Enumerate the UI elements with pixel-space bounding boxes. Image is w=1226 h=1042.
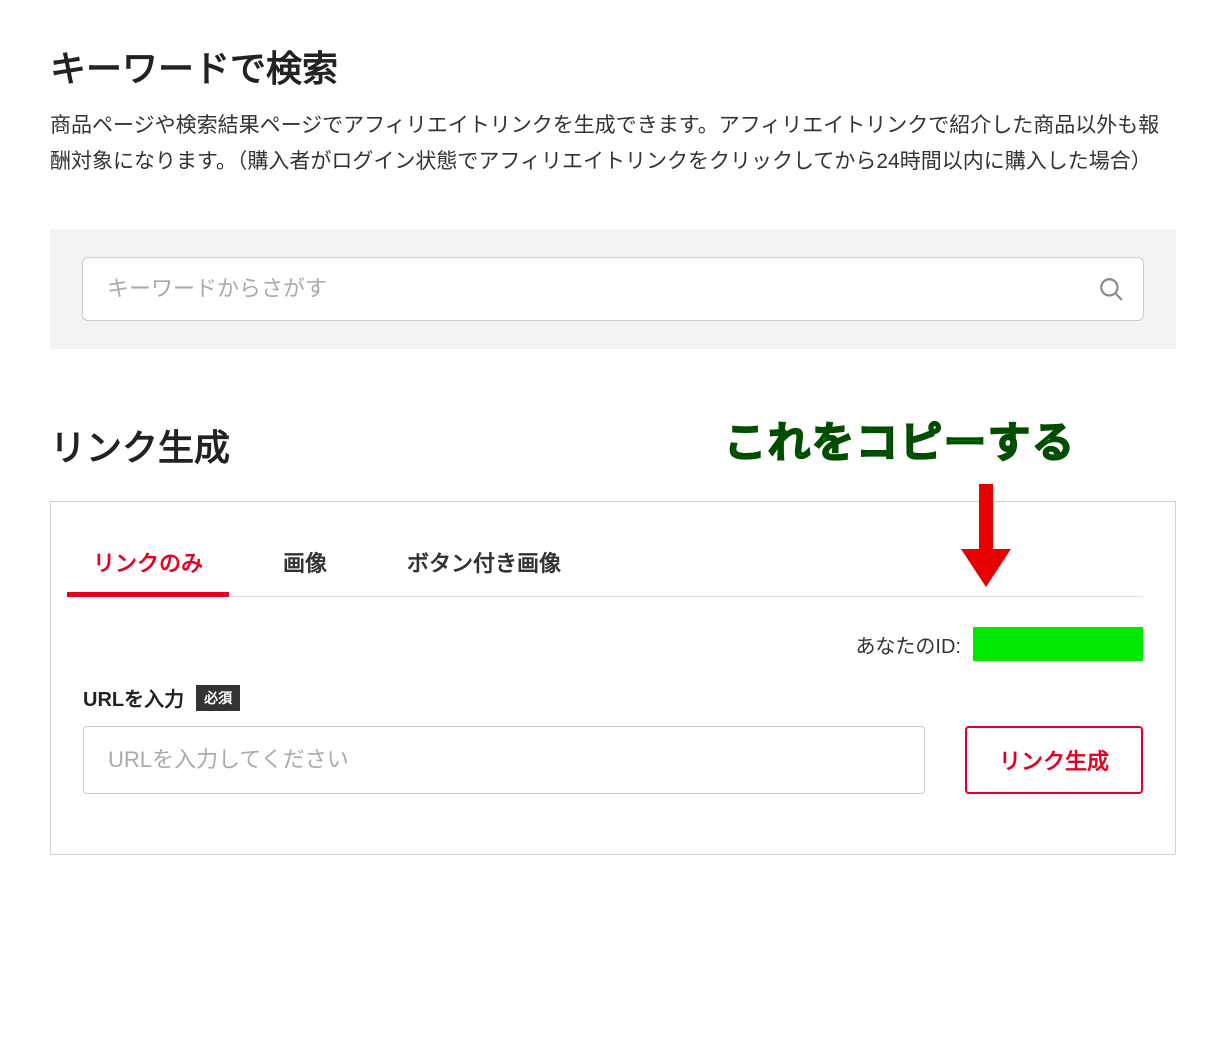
url-label-row: URLを入力 必須 [83,683,1143,712]
user-id-value-highlight [973,627,1143,661]
annotation-arrow-icon [951,479,1021,589]
user-id-row: あなたのID: [83,627,1143,661]
url-input[interactable] [83,726,925,794]
tab-button-image[interactable]: ボタン付き画像 [397,532,571,596]
keyword-search-section: キーワードで検索 商品ページや検索結果ページでアフィリエイトリンクを生成できます… [50,40,1176,349]
link-generation-section: リンク生成 これをコピーする リンクのみ 画像 ボタン付き画像 あなたのID: … [50,419,1176,855]
keyword-search-title: キーワードで検索 [50,40,1176,92]
user-id-label: あなたのID: [855,630,961,659]
tab-link-only[interactable]: リンクのみ [83,532,213,596]
required-badge: 必須 [196,685,240,711]
annotation-copy-text: これをコピーする [724,409,1076,470]
tab-image[interactable]: 画像 [273,532,337,596]
search-box-container [50,229,1176,349]
search-box [82,257,1144,321]
keyword-search-input[interactable] [82,257,1144,321]
generate-link-button[interactable]: リンク生成 [965,726,1143,794]
keyword-search-description: 商品ページや検索結果ページでアフィリエイトリンクを生成できます。アフィリエイトリ… [50,108,1176,179]
url-input-label: URLを入力 [83,683,184,712]
url-input-row: リンク生成 [83,726,1143,794]
